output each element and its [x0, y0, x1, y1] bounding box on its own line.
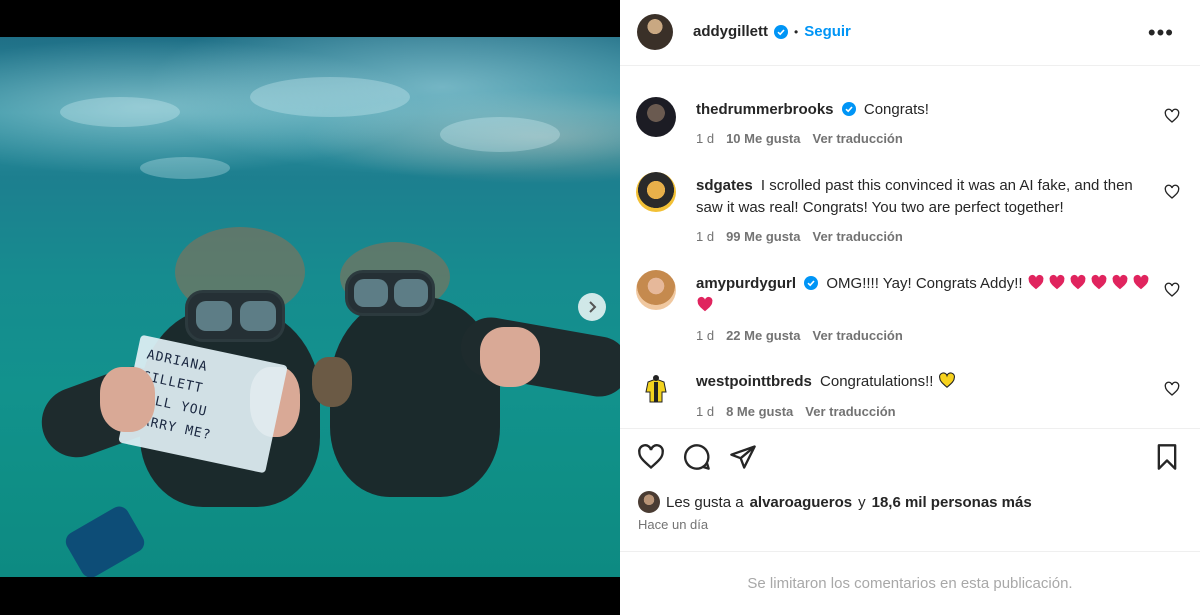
red-heart-emoji-icon [1028, 274, 1044, 290]
carousel-next-button[interactable] [578, 293, 606, 321]
commenter-avatar[interactable] [636, 172, 676, 212]
yellow-heart-emoji-icon [938, 372, 955, 388]
comments-limited-notice: Se limitaron los comentarios en esta pub… [747, 575, 1073, 592]
post-header: addygillett • Seguir ••• [620, 0, 1200, 66]
comment-likes[interactable]: 8 Me gusta [726, 404, 793, 419]
verified-badge-icon [774, 24, 789, 39]
diver-mask [345, 270, 435, 316]
commenter-avatar[interactable] [636, 97, 676, 137]
diver-hand [480, 327, 540, 387]
ring-box [312, 357, 352, 407]
post-modal: ADRIANA GILLETT WILL YOU MARRY ME? addyg… [0, 0, 1200, 615]
diver-mask [185, 290, 285, 342]
ripple [440, 117, 560, 152]
liker-avatar[interactable] [638, 491, 660, 513]
post-sidebar: addygillett • Seguir ••• thedrummerbrook… [620, 0, 1200, 615]
ripple [140, 157, 230, 179]
post-photo[interactable]: ADRIANA GILLETT WILL YOU MARRY ME? [0, 37, 620, 577]
like-comment-heart-icon[interactable] [1164, 282, 1180, 298]
comment-text: Congratulations!! [820, 373, 934, 390]
comment-text: OMG!!!! Yay! Congrats Addy!! [826, 275, 1023, 292]
comment-list: thedrummerbrooks Congrats! 1 d 10 Me gus… [620, 66, 1200, 428]
more-options-icon[interactable]: ••• [1148, 20, 1174, 46]
follow-button[interactable]: Seguir [804, 23, 851, 40]
liker-username[interactable]: alvaroagueros [750, 494, 853, 511]
comment-likes[interactable]: 99 Me gusta [726, 229, 800, 244]
comment-username[interactable]: westpointtbreds [696, 373, 812, 390]
post-timestamp[interactable]: Hace un día [638, 517, 708, 532]
post-actions: Les gusta a alvaroagueros y 18,6 mil per… [620, 428, 1200, 552]
comment-likes[interactable]: 10 Me gusta [726, 131, 800, 146]
comment-text: Congrats! [863, 101, 929, 118]
comment-username[interactable]: thedrummerbrooks [696, 101, 834, 118]
comment-likes[interactable]: 22 Me gusta [726, 328, 800, 343]
comment-username[interactable]: sdgates [696, 177, 753, 194]
ripple [250, 77, 410, 117]
comment-time[interactable]: 1 d [696, 131, 714, 146]
share-send-icon[interactable] [729, 443, 757, 471]
comment-time[interactable]: 1 d [696, 404, 714, 419]
media-panel: ADRIANA GILLETT WILL YOU MARRY ME? [0, 0, 620, 615]
likes-conjunction: y [858, 493, 866, 511]
translate-link[interactable]: Ver traducción [813, 131, 903, 146]
likes-summary: Les gusta a alvaroagueros y 18,6 mil per… [638, 491, 1032, 513]
author-avatar[interactable] [637, 14, 673, 50]
comment-bubble-icon[interactable] [683, 443, 711, 471]
comment-time[interactable]: 1 d [696, 229, 714, 244]
like-comment-heart-icon[interactable] [1164, 184, 1180, 200]
verified-badge-icon [841, 102, 856, 116]
like-comment-heart-icon[interactable] [1164, 108, 1180, 124]
translate-link[interactable]: Ver traducción [805, 404, 895, 419]
diver-hand [100, 367, 155, 432]
save-bookmark-icon[interactable] [1153, 443, 1181, 471]
verified-badge-icon [804, 276, 819, 290]
diver-fin [62, 502, 148, 577]
red-heart-emoji-icon [1091, 274, 1107, 290]
author-username[interactable]: addygillett [693, 23, 768, 40]
jockey-logo-icon [645, 375, 667, 403]
commenter-avatar[interactable] [636, 370, 676, 410]
commenter-avatar[interactable] [636, 270, 676, 310]
ripple [60, 97, 180, 127]
comment-username[interactable]: amypurdygurl [696, 275, 796, 292]
comment-time[interactable]: 1 d [696, 328, 714, 343]
like-heart-icon[interactable] [637, 443, 665, 471]
red-heart-emoji-icon [1133, 274, 1149, 290]
likes-prefix: Les gusta a [666, 493, 744, 511]
translate-link[interactable]: Ver traducción [813, 229, 903, 244]
separator-dot: • [794, 24, 799, 39]
red-heart-emoji-icon [1049, 274, 1065, 290]
red-heart-emoji-icon [697, 296, 713, 312]
red-heart-emoji-icon [1112, 274, 1128, 290]
red-heart-emoji-icon [1070, 274, 1086, 290]
like-comment-heart-icon[interactable] [1164, 381, 1180, 397]
likes-others-link[interactable]: 18,6 mil personas más [872, 494, 1032, 511]
translate-link[interactable]: Ver traducción [813, 328, 903, 343]
comment-text: I scrolled past this convinced it was an… [696, 177, 1133, 216]
chevron-right-icon [589, 301, 597, 313]
